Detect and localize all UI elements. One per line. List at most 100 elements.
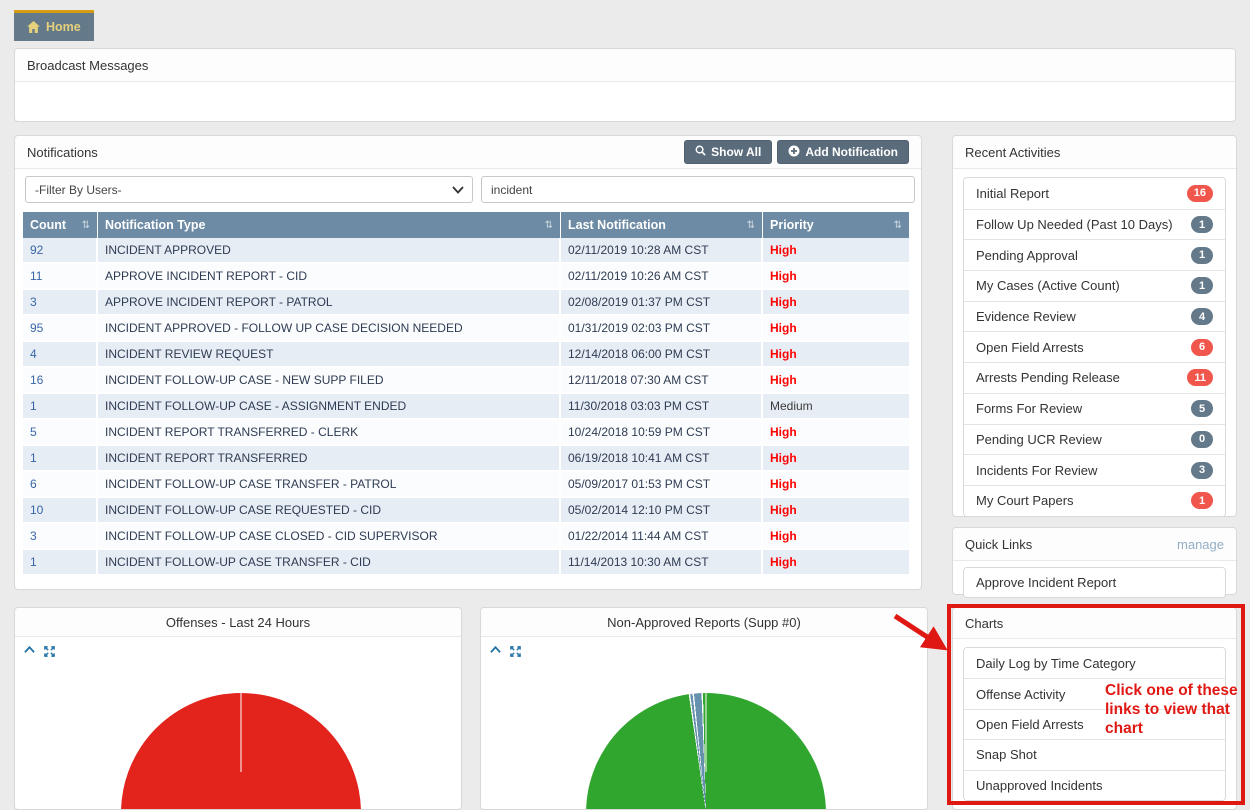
cell-notification-type: INCIDENT REPORT TRANSFERRED - CLERK xyxy=(98,420,561,446)
quick-link-item[interactable]: Approve Incident Report xyxy=(964,568,1225,597)
cell-notification-type: INCIDENT APPROVED - FOLLOW UP CASE DECIS… xyxy=(98,316,561,342)
column-header-notification-type[interactable]: Notification Type⇅ xyxy=(98,212,561,238)
cell-last-notification: 01/31/2019 02:03 PM CST xyxy=(561,316,763,342)
notifications-toolbar: -Filter By Users- xyxy=(15,170,921,212)
cell-count: 3 xyxy=(23,524,98,550)
cell-priority: High xyxy=(763,316,909,342)
cell-notification-type: INCIDENT REPORT TRANSFERRED xyxy=(98,446,561,472)
cell-notification-type: APPROVE INCIDENT REPORT - PATROL xyxy=(98,290,561,316)
chevron-up-icon[interactable] xyxy=(24,646,35,657)
add-notification-button[interactable]: Add Notification xyxy=(777,140,909,164)
recent-activity-item[interactable]: Evidence Review4 xyxy=(964,301,1225,332)
priority-value: High xyxy=(770,425,797,439)
chart-link-label: Daily Log by Time Category xyxy=(976,656,1136,671)
recent-activity-item[interactable]: Pending UCR Review0 xyxy=(964,424,1225,455)
count-link[interactable]: 11 xyxy=(30,269,42,283)
cell-count: 95 xyxy=(23,316,98,342)
notifications-table-header: Count⇅Notification Type⇅Last Notificatio… xyxy=(23,212,909,238)
count-link[interactable]: 4 xyxy=(30,347,37,361)
notifications-search-input[interactable] xyxy=(481,176,915,203)
priority-value: High xyxy=(770,295,797,309)
count-link[interactable]: 3 xyxy=(30,529,37,543)
non-approved-pie-chart[interactable] xyxy=(586,693,826,810)
tab-home[interactable]: Home xyxy=(14,10,94,41)
quick-links-panel: Quick Links manage Approve Incident Repo… xyxy=(952,527,1237,595)
recent-activity-label: My Court Papers xyxy=(976,493,1074,508)
recent-activity-item[interactable]: Open Field Arrests6 xyxy=(964,331,1225,362)
recent-activity-label: Evidence Review xyxy=(976,309,1076,324)
count-badge: 6 xyxy=(1191,339,1213,356)
chart-link-item[interactable]: Snap Shot xyxy=(964,739,1225,769)
count-link[interactable]: 6 xyxy=(30,477,37,491)
chevron-up-icon[interactable] xyxy=(490,646,501,657)
recent-activity-label: Arrests Pending Release xyxy=(976,370,1120,385)
offenses-chart-body xyxy=(15,637,461,810)
count-badge: 3 xyxy=(1191,462,1213,479)
search-icon xyxy=(695,145,706,159)
cell-count: 1 xyxy=(23,550,98,576)
table-row: 5INCIDENT REPORT TRANSFERRED - CLERK10/2… xyxy=(23,420,909,446)
recent-activity-item[interactable]: Arrests Pending Release11 xyxy=(964,362,1225,393)
cell-last-notification: 11/14/2013 10:30 AM CST xyxy=(561,550,763,576)
recent-activity-label: Follow Up Needed (Past 10 Days) xyxy=(976,217,1173,232)
count-link[interactable]: 10 xyxy=(30,503,43,517)
recent-activity-item[interactable]: Forms For Review5 xyxy=(964,393,1225,424)
chart-link-item[interactable]: Open Field Arrests xyxy=(964,709,1225,739)
recent-activity-item[interactable]: Pending Approval1 xyxy=(964,239,1225,270)
column-header-label: Priority xyxy=(770,218,814,232)
chart-link-label: Snap Shot xyxy=(976,747,1037,762)
count-badge: 1 xyxy=(1191,277,1213,294)
filter-users-select[interactable]: -Filter By Users- xyxy=(25,176,473,203)
chart-link-item[interactable]: Daily Log by Time Category xyxy=(964,648,1225,678)
cell-priority: High xyxy=(763,368,909,394)
cell-priority: High xyxy=(763,524,909,550)
priority-value: High xyxy=(770,477,797,491)
quick-links-list: Approve Incident Report xyxy=(963,567,1226,598)
cell-notification-type: INCIDENT FOLLOW-UP CASE - ASSIGNMENT END… xyxy=(98,394,561,420)
column-header-count[interactable]: Count⇅ xyxy=(23,212,98,238)
count-link[interactable]: 3 xyxy=(30,295,37,309)
recent-activities-panel: Recent Activities Initial Report16Follow… xyxy=(952,135,1237,517)
recent-activity-item[interactable]: My Cases (Active Count)1 xyxy=(964,270,1225,301)
cell-notification-type: INCIDENT FOLLOW-UP CASE - NEW SUPP FILED xyxy=(98,368,561,394)
show-all-button[interactable]: Show All xyxy=(684,140,772,164)
broadcast-messages-panel: Broadcast Messages xyxy=(14,48,1236,122)
count-link[interactable]: 92 xyxy=(30,243,43,257)
count-link[interactable]: 1 xyxy=(30,399,37,413)
recent-activity-item[interactable]: Follow Up Needed (Past 10 Days)1 xyxy=(964,209,1225,240)
count-link[interactable]: 95 xyxy=(30,321,43,335)
recent-activity-item[interactable]: My Court Papers1 xyxy=(964,485,1225,516)
cell-count: 4 xyxy=(23,342,98,368)
expand-arrows-icon[interactable] xyxy=(44,646,55,657)
recent-activities-title: Recent Activities xyxy=(965,145,1060,160)
count-link[interactable]: 1 xyxy=(30,555,37,569)
chart-link-item[interactable]: Unapproved Incidents xyxy=(964,770,1225,800)
cell-notification-type: INCIDENT FOLLOW-UP CASE REQUESTED - CID xyxy=(98,498,561,524)
sort-arrows-icon: ⇅ xyxy=(545,220,553,231)
plus-circle-icon xyxy=(788,145,800,160)
chart-link-item[interactable]: Offense Activity xyxy=(964,678,1225,708)
chart-link-label: Unapproved Incidents xyxy=(976,778,1102,793)
cell-count: 16 xyxy=(23,368,98,394)
non-approved-chart-panel: Non-Approved Reports (Supp #0) xyxy=(480,607,928,810)
non-approved-chart-title: Non-Approved Reports (Supp #0) xyxy=(607,615,801,630)
count-badge: 0 xyxy=(1191,431,1213,448)
table-row: 4INCIDENT REVIEW REQUEST12/14/2018 06:00… xyxy=(23,342,909,368)
cell-priority: Medium xyxy=(763,394,909,420)
column-header-priority[interactable]: Priority⇅ xyxy=(763,212,909,238)
cell-last-notification: 05/02/2014 12:10 PM CST xyxy=(561,498,763,524)
count-badge: 1 xyxy=(1191,247,1213,264)
manage-link[interactable]: manage xyxy=(1177,537,1224,552)
home-icon xyxy=(27,21,40,33)
count-link[interactable]: 16 xyxy=(30,373,43,387)
offenses-pie-chart[interactable] xyxy=(121,693,361,810)
recent-activity-item[interactable]: Incidents For Review3 xyxy=(964,454,1225,485)
count-link[interactable]: 1 xyxy=(30,451,37,465)
notifications-panel: Notifications Show All Add Notification … xyxy=(14,135,922,590)
expand-arrows-icon[interactable] xyxy=(510,646,521,657)
table-row: 16 INCIDENT FOLLOW-UP CASE - NEW SUPP FIL… xyxy=(23,368,909,394)
cell-priority: High xyxy=(763,446,909,472)
count-link[interactable]: 5 xyxy=(30,425,37,439)
column-header-last-notification[interactable]: Last Notification⇅ xyxy=(561,212,763,238)
recent-activity-item[interactable]: Initial Report16 xyxy=(964,178,1225,209)
